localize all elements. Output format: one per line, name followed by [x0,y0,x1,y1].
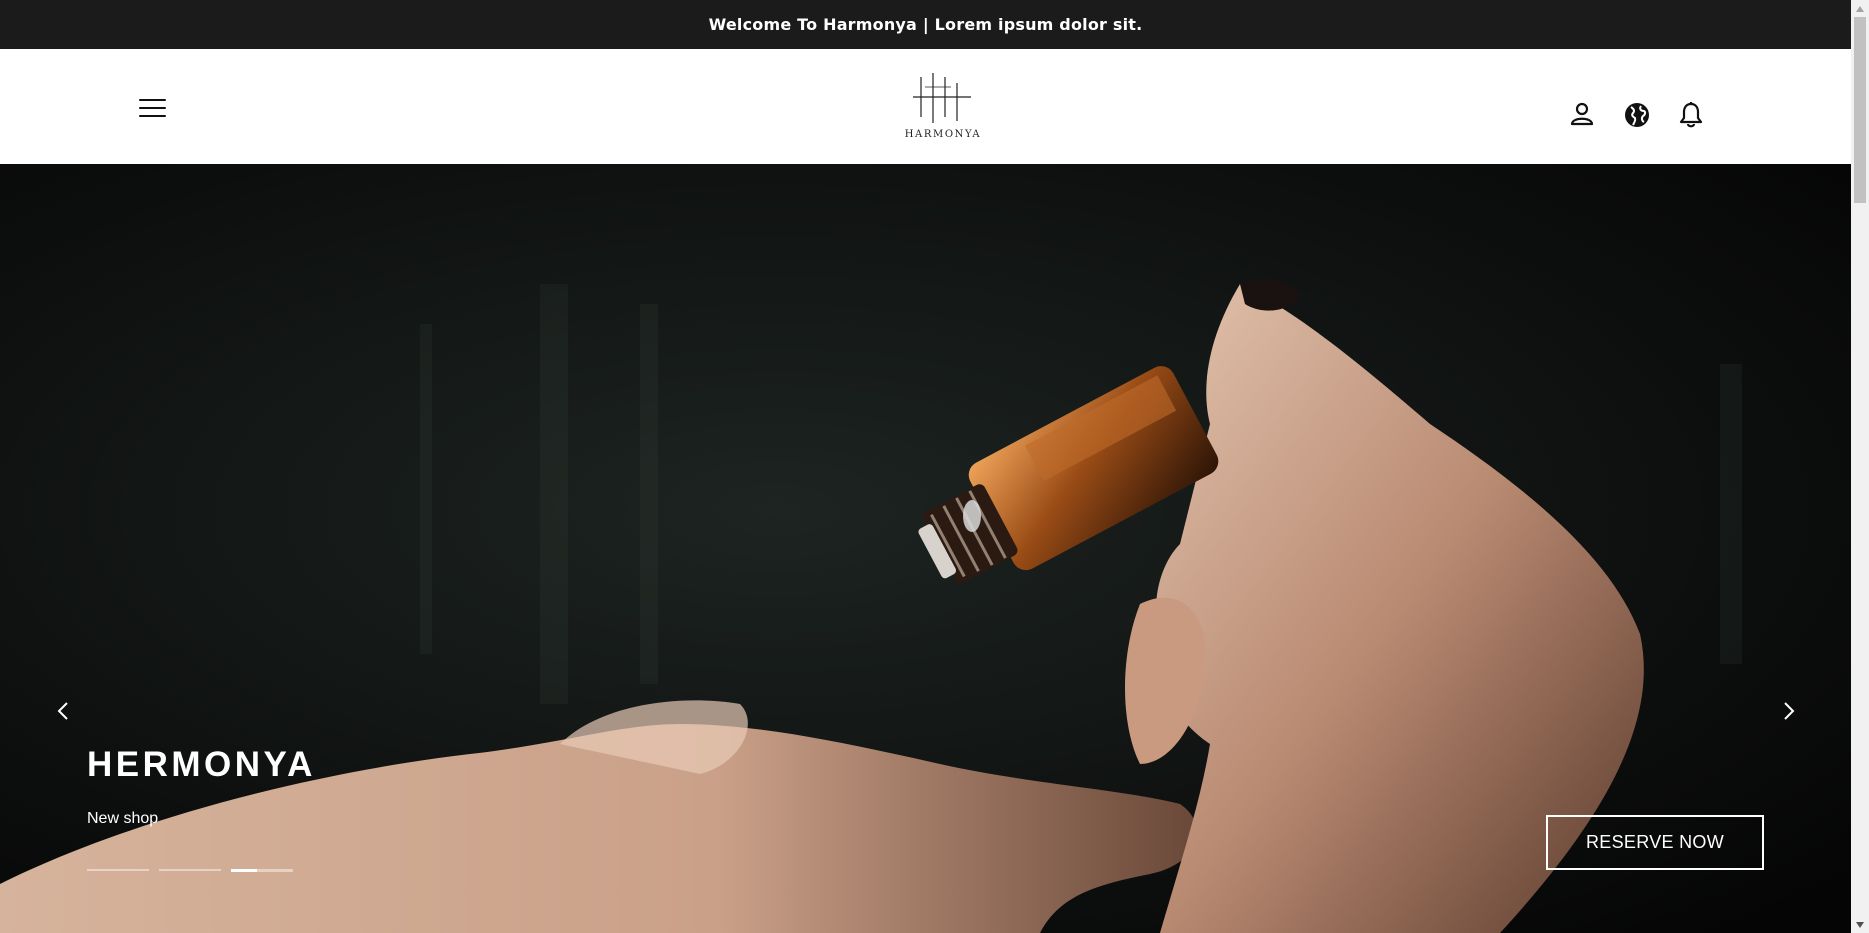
reserve-now-button[interactable]: RESERVE NOW [1546,815,1764,870]
slider-prev-icon[interactable] [52,697,76,725]
site-header: HARMONYA [0,49,1851,164]
page: Welcome To Harmonya | Lorem ipsum dolor … [0,0,1851,933]
logo-mark [913,73,971,123]
slider-next-icon[interactable] [1776,697,1800,725]
vertical-scrollbar[interactable] [1851,0,1869,933]
slider-dot-2[interactable] [159,869,221,871]
bell-icon[interactable] [1678,101,1704,128]
brand-logo[interactable]: HARMONYA [899,73,987,143]
user-icon[interactable] [1569,101,1595,127]
hero-title: HERMONYA [87,745,316,784]
menu-icon[interactable] [139,96,167,120]
scroll-up-icon[interactable] [1851,0,1869,17]
announcement-bar: Welcome To Harmonya | Lorem ipsum dolor … [0,0,1851,49]
hero-slider: HERMONYA New shop RESERVE NOW [0,164,1851,933]
slider-dot-1[interactable] [87,869,149,871]
announcement-text: Welcome To Harmonya | Lorem ipsum dolor … [708,15,1143,34]
logo-text: HARMONYA [904,129,982,140]
scrollbar-thumb[interactable] [1854,17,1866,203]
slider-dot-3-active[interactable] [231,869,293,872]
hero-subtitle: New shop [87,810,159,827]
scroll-down-icon[interactable] [1851,916,1869,933]
slider-pagination [87,869,303,873]
globe-icon[interactable] [1623,101,1649,127]
